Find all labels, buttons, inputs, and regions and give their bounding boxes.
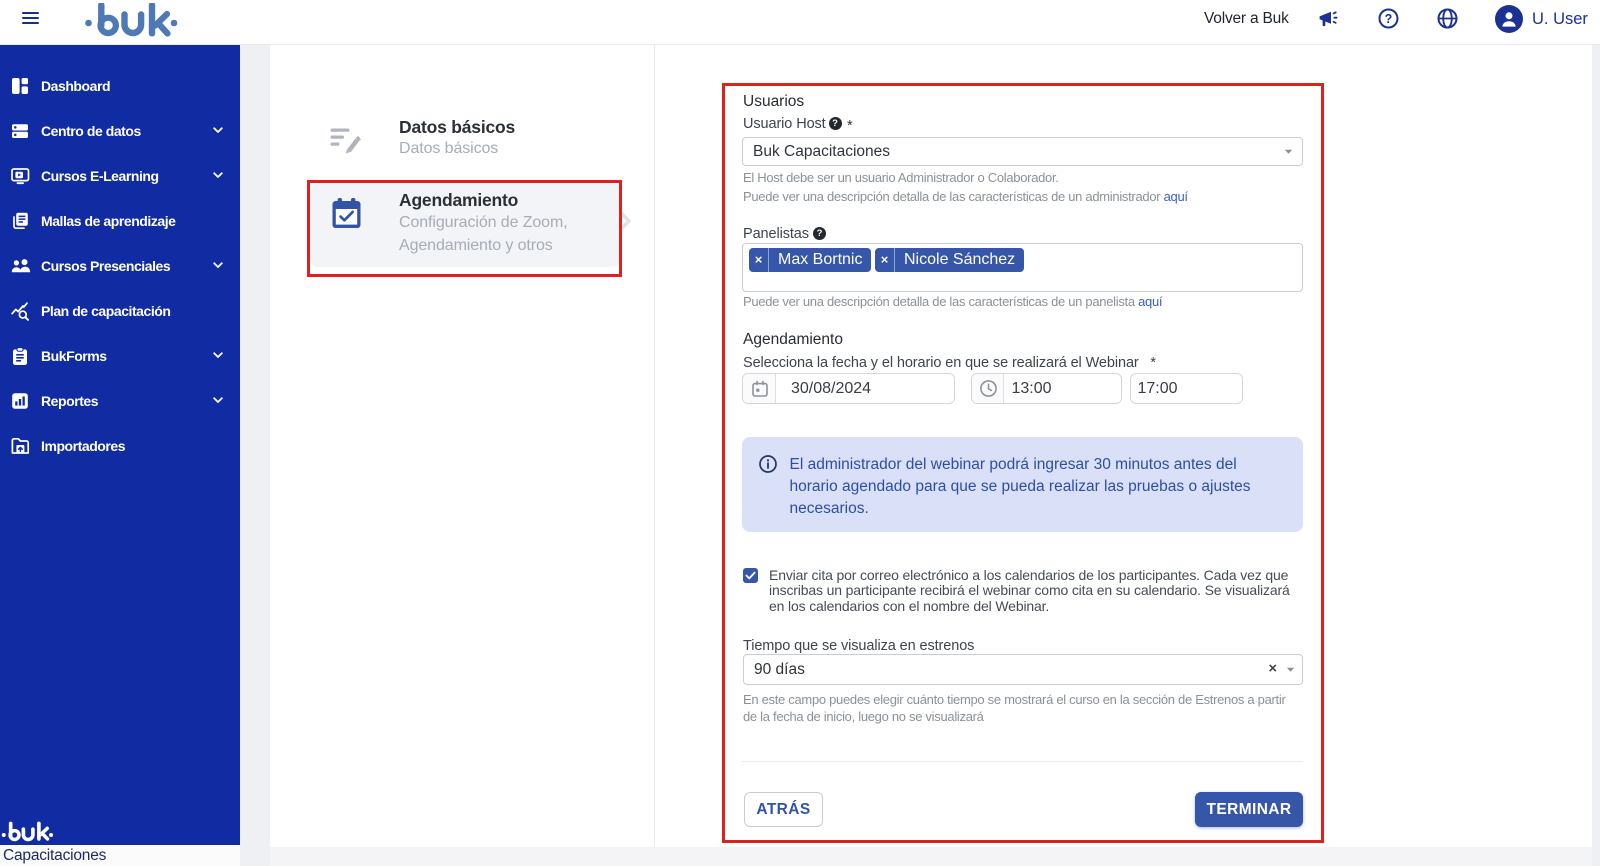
svg-text:?: ? — [1385, 12, 1393, 26]
